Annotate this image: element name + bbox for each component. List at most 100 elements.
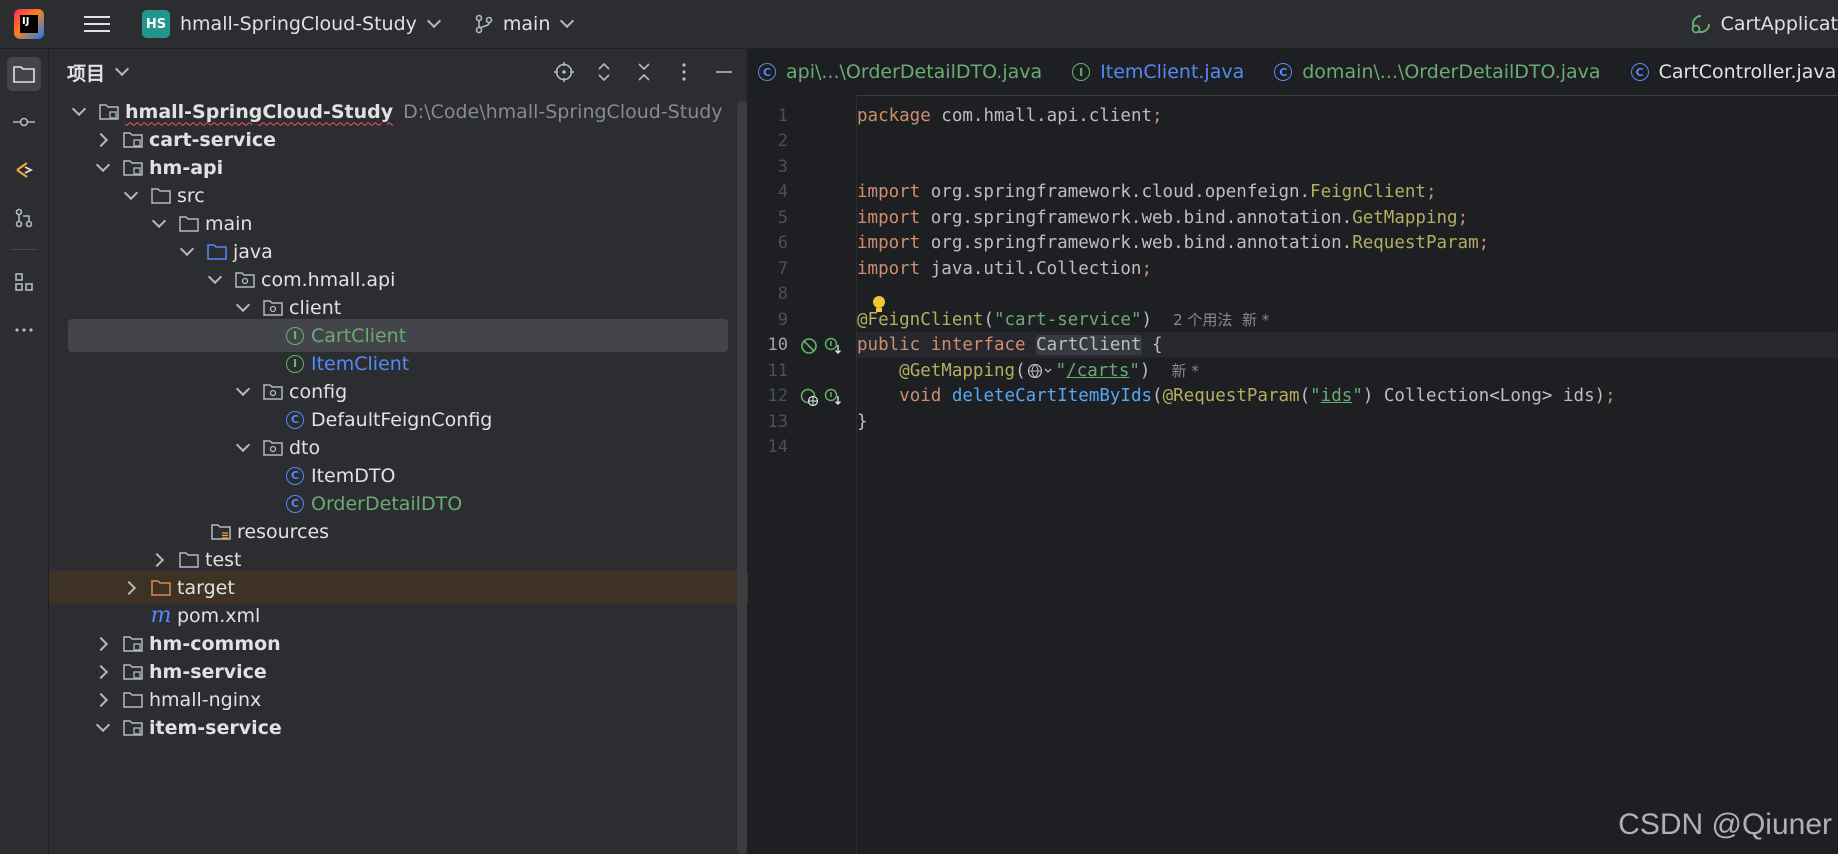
project-panel-title[interactable]: 项目 — [67, 59, 105, 86]
line-number: 2 — [777, 131, 788, 151]
folder-icon — [177, 548, 201, 572]
options-button[interactable] — [669, 57, 699, 87]
branch-selector[interactable]: main — [503, 13, 550, 35]
tool-window-stripe — [0, 49, 49, 854]
line-number: 5 — [777, 208, 788, 228]
main-menu-icon[interactable] — [84, 14, 110, 34]
code-line[interactable]: import org.springframework.cloud.openfei… — [857, 179, 1838, 205]
project-selector[interactable]: hmall-SpringCloud-Study — [180, 13, 417, 35]
implemented-down-icon[interactable] — [824, 388, 842, 406]
tab-cart-controller[interactable]: C CartController.java — [1621, 49, 1838, 95]
git-icon — [15, 208, 33, 228]
line-number: 8 — [777, 284, 788, 304]
module-folder-icon — [121, 156, 145, 180]
project-badge[interactable]: HS — [142, 10, 170, 38]
line-number: 10 — [767, 335, 788, 355]
class-icon: C — [283, 464, 307, 488]
minimize-icon — [716, 71, 732, 73]
tree-scrollbar[interactable] — [737, 101, 747, 854]
folder-icon — [149, 184, 173, 208]
code-line[interactable]: package com.hmall.api.client; — [857, 103, 1838, 129]
commit-tool-button[interactable] — [7, 105, 41, 139]
more-horizontal-icon — [15, 328, 33, 332]
module-folder-icon — [121, 632, 145, 656]
class-icon: C — [283, 492, 307, 516]
tab-api-order-detail-dto[interactable]: C api\...\OrderDetailDTO.java — [748, 49, 1062, 95]
implemented-down-icon[interactable] — [824, 337, 842, 355]
class-icon: C — [758, 63, 776, 81]
project-panel-header: 项目 — [49, 49, 747, 95]
resources-folder-icon — [209, 520, 233, 544]
line-number: 1 — [777, 106, 788, 126]
line-number: 14 — [767, 437, 788, 457]
expand-all-button[interactable] — [589, 57, 619, 87]
vcs-tool-button[interactable] — [7, 201, 41, 235]
git-branch-icon[interactable] — [473, 13, 495, 35]
tab-domain-order-detail-dto[interactable]: C domain\...\OrderDetailDTO.java — [1264, 49, 1620, 95]
code-line-current[interactable]: public interface CartClient { — [857, 332, 1838, 358]
project-tool-button[interactable] — [7, 57, 41, 91]
locate-file-button[interactable] — [549, 57, 579, 87]
lightbulb-icon[interactable] — [871, 295, 887, 315]
package-icon — [233, 268, 257, 292]
more-tools-button[interactable] — [7, 313, 41, 347]
title-bar: IJ HS hmall-SpringCloud-Study main CartA… — [0, 0, 1838, 49]
collapse-all-button[interactable] — [629, 57, 659, 87]
tab-item-client[interactable]: I ItemClient.java — [1062, 49, 1264, 95]
code-line[interactable]: import org.springframework.web.bind.anno… — [857, 230, 1838, 256]
package-icon — [261, 436, 285, 460]
endpoint-globe-icon[interactable] — [800, 388, 818, 406]
tree-item-item-service[interactable]: item-service — [49, 711, 781, 744]
line-number: 4 — [777, 182, 788, 202]
module-folder-icon — [121, 716, 145, 740]
no-implementations-icon[interactable] — [800, 337, 818, 355]
code-line[interactable]: @FeignClient("cart-service") 2 个用法 新 * — [857, 307, 1838, 333]
pull-requests-icon — [16, 162, 34, 178]
plugins-tool-button[interactable] — [7, 265, 41, 299]
line-number: 11 — [767, 361, 788, 381]
line-number: 12 — [767, 386, 788, 406]
editor-area: C api\...\OrderDetailDTO.java I ItemClie… — [748, 49, 1838, 854]
editor-gutter[interactable]: 1 2 3 4 5 6 7 8 9 10 11 12 13 14 — [748, 95, 857, 854]
class-icon: C — [283, 408, 307, 432]
more-vertical-icon — [682, 63, 686, 81]
hide-panel-button[interactable] — [709, 57, 739, 87]
package-icon — [261, 380, 285, 404]
folder-icon — [121, 688, 145, 712]
code-line[interactable]: @GetMapping("/carts") 新 * — [857, 358, 1838, 384]
chevron-down-icon[interactable] — [114, 61, 130, 77]
crosshair-icon — [554, 62, 574, 82]
intellij-logo-icon[interactable]: IJ — [14, 9, 44, 39]
interface-icon: I — [283, 352, 307, 376]
source-folder-icon — [205, 240, 229, 264]
folder-icon — [13, 66, 35, 83]
spring-boot-icon — [1691, 15, 1710, 34]
expand-all-icon — [598, 62, 610, 82]
globe-icon[interactable] — [1026, 362, 1056, 380]
run-configuration-selector[interactable]: CartApplicat — [1689, 0, 1838, 48]
project-tree: hmall-SpringCloud-Study D:\Code\hmall-Sp… — [49, 95, 809, 854]
chevron-down-icon[interactable] — [426, 13, 441, 29]
code-line[interactable]: } — [857, 409, 1838, 435]
line-number: 3 — [777, 157, 788, 177]
chevron-down-icon[interactable] — [560, 13, 575, 29]
line-number: 13 — [767, 412, 788, 432]
class-icon: C — [1274, 63, 1293, 81]
code-line[interactable]: void deleteCartItemByIds(@RequestParam("… — [857, 383, 1838, 409]
usages-hint[interactable]: 2 个用法 新 * — [1173, 311, 1269, 329]
line-number: 9 — [777, 310, 788, 330]
modules-icon — [15, 273, 33, 291]
code-line[interactable]: import java.util.Collection; — [857, 256, 1838, 282]
maven-icon: m — [150, 603, 172, 628]
structure-tool-button[interactable] — [7, 153, 41, 187]
interface-icon: I — [283, 324, 307, 348]
module-folder-icon — [97, 100, 121, 124]
collapse-all-icon — [638, 63, 650, 81]
code-editor[interactable]: package com.hmall.api.client; import org… — [857, 95, 1838, 854]
code-line[interactable]: import org.springframework.web.bind.anno… — [857, 205, 1838, 231]
folder-icon — [177, 212, 201, 236]
commit-icon — [13, 117, 35, 127]
interface-icon: I — [1072, 63, 1091, 81]
chevron-down-icon[interactable] — [91, 711, 115, 744]
module-folder-icon — [121, 660, 145, 684]
